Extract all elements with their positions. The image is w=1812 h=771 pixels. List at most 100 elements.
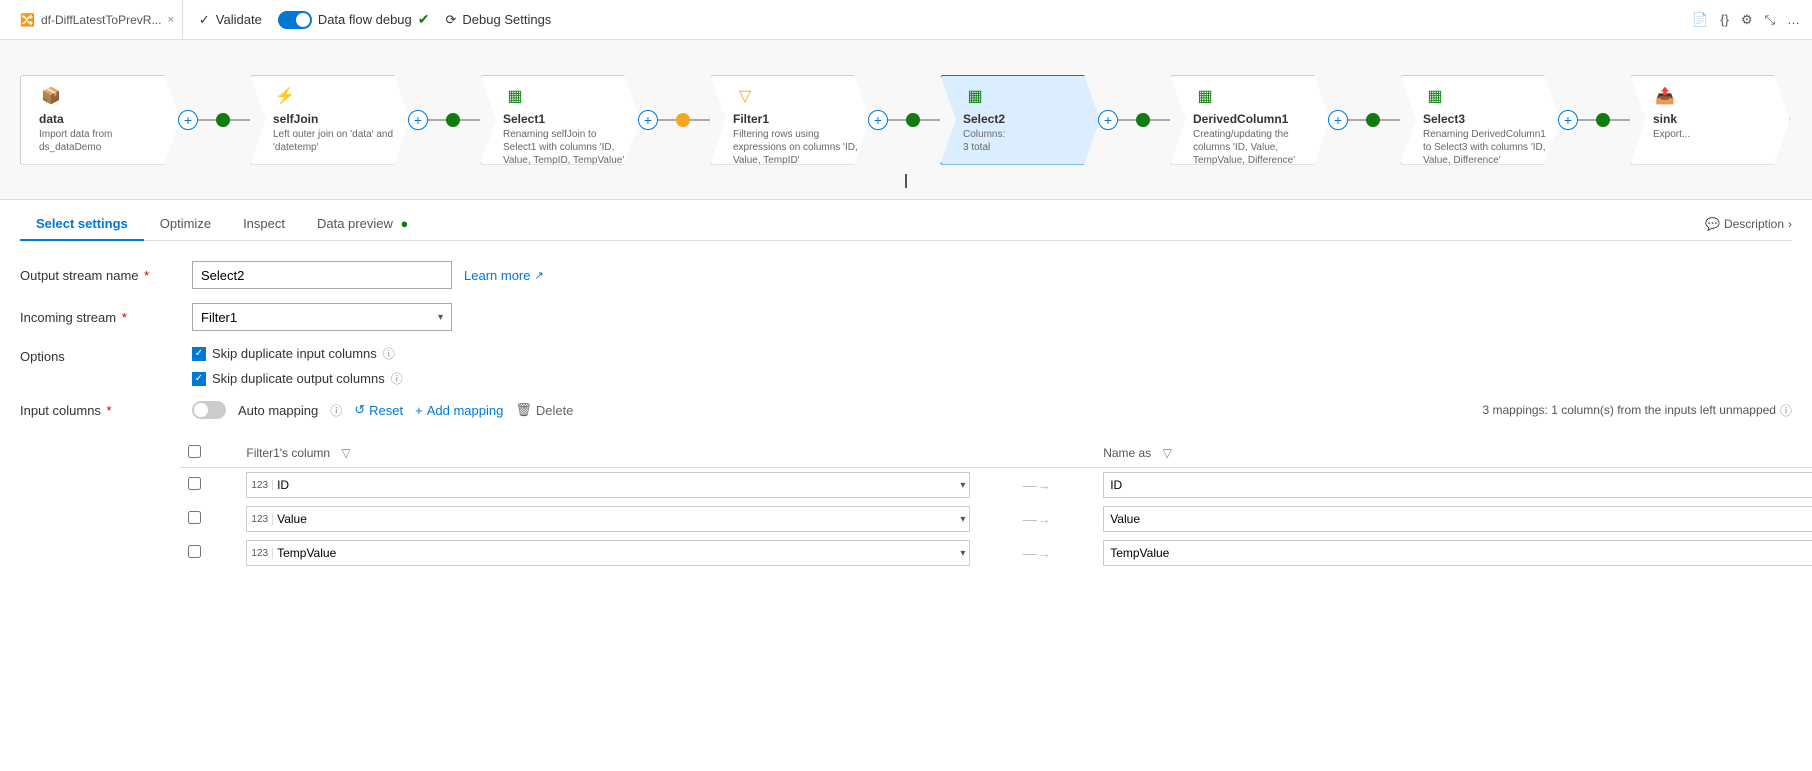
skip-output-info-icon[interactable]: ⓘ <box>391 370 403 387</box>
add-after-select1[interactable]: + <box>638 110 658 130</box>
file-tab[interactable]: 🔀 df-DiffLatestToPrevR... × <box>12 0 183 40</box>
output-stream-row: Output stream name * Learn more ↗ <box>20 261 1792 289</box>
debug-toggle-switch[interactable] <box>278 11 312 29</box>
auto-mapping-toggle[interactable] <box>192 401 226 419</box>
script-icon[interactable]: 📄 <box>1692 12 1708 28</box>
add-after-filter1[interactable]: + <box>868 110 888 130</box>
row-checkbox-cell[interactable] <box>180 536 238 570</box>
row-to-input-2[interactable] <box>1103 540 1812 566</box>
connector-9 <box>1116 119 1136 121</box>
options-content: Skip duplicate input columns ⓘ Skip dupl… <box>192 345 403 387</box>
connector-14 <box>1610 119 1630 121</box>
from-filter-icon[interactable]: ▽ <box>341 446 350 460</box>
skip-output-checkbox[interactable] <box>192 372 206 386</box>
debug-toggle[interactable]: Data flow debug ✔ <box>278 11 430 29</box>
auto-mapping-info-icon[interactable]: ⓘ <box>330 402 342 419</box>
col-header-check[interactable] <box>180 439 238 468</box>
add-after-select3[interactable]: + <box>1558 110 1578 130</box>
skip-output-label: Skip duplicate output columns <box>212 371 385 386</box>
expand-icon[interactable]: ⤡ <box>1765 12 1775 28</box>
node-select3-icon: ▦ <box>1423 84 1447 108</box>
row-from-cell: 123 Value ▾ <box>238 502 978 536</box>
close-icon[interactable]: × <box>167 14 173 26</box>
delete-btn[interactable]: 🗑 Delete <box>515 402 573 418</box>
connector-6 <box>690 119 710 121</box>
row-from-select-wrap[interactable]: 123 ID ▾ <box>246 472 970 498</box>
row-checkbox-2[interactable] <box>188 545 201 558</box>
learn-more-link[interactable]: Learn more ↗ <box>464 268 544 283</box>
settings-icon[interactable]: ⚙ <box>1741 12 1753 28</box>
form-area: Output stream name * Learn more ↗ Incomi… <box>20 241 1792 604</box>
tab-optimize[interactable]: Optimize <box>144 208 227 241</box>
add-after-derived1[interactable]: + <box>1328 110 1348 130</box>
validate-btn[interactable]: ✓ Validate <box>199 12 262 28</box>
node-circle-3 <box>676 113 690 127</box>
incoming-stream-select-wrap[interactable]: Filter1 ▾ <box>192 303 452 331</box>
toolbar-right: 📄 {} ⚙ ⤡ … <box>1692 12 1800 28</box>
row-checkbox-0[interactable] <box>188 477 201 490</box>
add-after-select2[interactable]: + <box>1098 110 1118 130</box>
node-select2[interactable]: ▦ Select2 Columns:3 total <box>940 75 1100 165</box>
pipeline-node-select3[interactable]: ▦ Select3 Renaming DerivedColumn1 to Sel… <box>1400 75 1560 165</box>
output-stream-label: Output stream name * <box>20 268 180 283</box>
pipeline-node-derived1[interactable]: ▦ DerivedColumn1 Creating/updating the c… <box>1170 75 1330 165</box>
node-derived1[interactable]: ▦ DerivedColumn1 Creating/updating the c… <box>1170 75 1330 165</box>
pipeline-node-select2[interactable]: ▦ Select2 Columns:3 total <box>940 75 1100 165</box>
reset-icon: ↺ <box>354 402 365 418</box>
node-sink-title: sink <box>1653 112 1781 126</box>
node-select1[interactable]: ▦ Select1 Renaming selfJoin to Select1 w… <box>480 75 640 165</box>
row-checkbox-cell[interactable] <box>180 468 238 503</box>
mappings-info: 3 mappings: 1 column(s) from the inputs … <box>1483 402 1793 419</box>
debug-settings-btn[interactable]: ⟳ Debug Settings <box>446 12 552 28</box>
node-selfjoin[interactable]: ⚡ selfJoin Left outer join on 'data' and… <box>250 75 410 165</box>
description-btn[interactable]: 💬 Description › <box>1705 217 1792 231</box>
pipeline-node-select1[interactable]: ▦ Select1 Renaming selfJoin to Select1 w… <box>480 75 640 165</box>
row-from-select-2[interactable]: TempValue <box>273 546 956 560</box>
add-after-data[interactable]: + <box>178 110 198 130</box>
row-from-select-wrap[interactable]: 123 Value ▾ <box>246 506 970 532</box>
col-header-to: Name as ▽ <box>1095 439 1812 468</box>
more-icon[interactable]: … <box>1787 12 1800 27</box>
row-from-select-0[interactable]: ID <box>273 478 956 492</box>
row-to-input-1[interactable] <box>1103 506 1812 532</box>
row-to-input-0[interactable] <box>1103 472 1812 498</box>
tab-inspect[interactable]: Inspect <box>227 208 301 241</box>
row-arrow-cell: —→ <box>978 536 1095 570</box>
skip-input-info-icon[interactable]: ⓘ <box>383 345 395 362</box>
incoming-stream-select[interactable]: Filter1 <box>193 304 451 330</box>
row-from-select-1[interactable]: Value <box>273 512 956 526</box>
pipeline-node-data[interactable]: 📦 data Import data fromds_dataDemo <box>20 75 180 165</box>
row-from-select-wrap[interactable]: 123 TempValue ▾ <box>246 540 970 566</box>
node-select3-title: Select3 <box>1423 112 1551 126</box>
output-stream-input[interactable] <box>192 261 452 289</box>
pipeline-node-filter1[interactable]: ▽ Filter1 Filtering rows using expressio… <box>710 75 870 165</box>
tab-data-preview[interactable]: Data preview ● <box>301 208 424 241</box>
node-select2-desc: Columns:3 total <box>963 128 1091 154</box>
node-select3-desc: Renaming DerivedColumn1 to Select3 with … <box>1423 128 1551 167</box>
row-arrow-cell: —→ <box>978 468 1095 503</box>
pipeline-node-selfjoin[interactable]: ⚡ selfJoin Left outer join on 'data' and… <box>250 75 410 165</box>
skip-input-checkbox[interactable] <box>192 347 206 361</box>
node-sink[interactable]: 📤 sink Export... <box>1630 75 1790 165</box>
add-mapping-btn[interactable]: + Add mapping <box>415 403 503 418</box>
node-select3[interactable]: ▦ Select3 Renaming DerivedColumn1 to Sel… <box>1400 75 1560 165</box>
node-data-desc: Import data fromds_dataDemo <box>39 128 171 154</box>
row-checkbox-1[interactable] <box>188 511 201 524</box>
row-checkbox-cell[interactable] <box>180 502 238 536</box>
tab-select-settings[interactable]: Select settings <box>20 208 144 241</box>
node-data[interactable]: 📦 data Import data fromds_dataDemo <box>20 75 180 165</box>
node-derived1-title: DerivedColumn1 <box>1193 112 1321 126</box>
arrow-right-icon: —→ <box>1023 511 1051 527</box>
node-filter1[interactable]: ▽ Filter1 Filtering rows using expressio… <box>710 75 870 165</box>
reset-btn[interactable]: ↺ Reset <box>354 402 403 418</box>
pipeline-node-sink[interactable]: 📤 sink Export... <box>1630 75 1790 165</box>
node-select2-title: Select2 <box>963 112 1091 126</box>
to-filter-icon[interactable]: ▽ <box>1163 446 1172 460</box>
skip-input-row: Skip duplicate input columns ⓘ <box>192 345 403 362</box>
add-after-selfjoin[interactable]: + <box>408 110 428 130</box>
top-bar: 🔀 df-DiffLatestToPrevR... × ✓ Validate D… <box>0 0 1812 40</box>
code-icon[interactable]: {} <box>1720 12 1729 27</box>
select-all-checkbox[interactable] <box>188 445 201 458</box>
row-to-cell <box>1095 536 1812 570</box>
mappings-info-icon[interactable]: ⓘ <box>1780 402 1792 419</box>
